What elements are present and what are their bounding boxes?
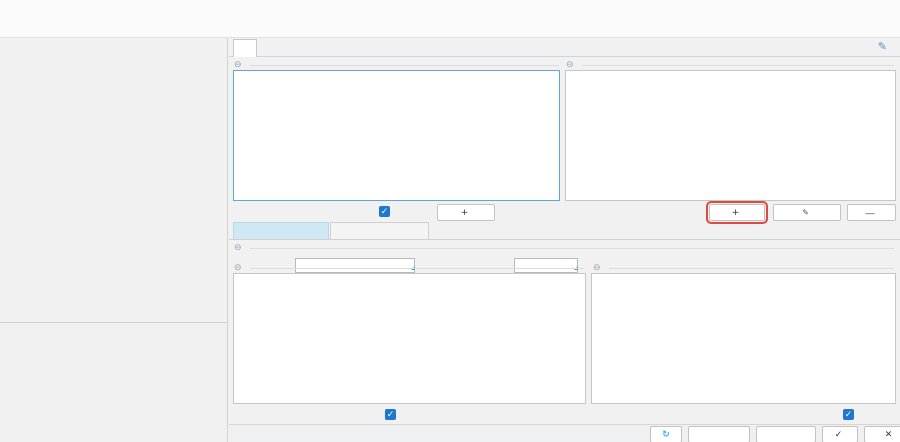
collapse-icon[interactable]: ⊖ [593,263,601,273]
plus-icon: + [732,208,740,218]
edit-pencil-icon[interactable]: ✎ [878,40,887,53]
edit-tank-button[interactable]: ✎ [773,204,841,221]
fuel-checkbox-row[interactable]: ✓ [843,409,858,420]
fuel-checkbox[interactable]: ✓ [843,409,854,420]
close-x-icon: ✕ [885,430,893,440]
pencil-icon: ✎ [802,208,809,217]
application-window: ✎ ⊖ ⊖ ✓ + + [0,0,900,442]
cancel-button[interactable] [756,426,816,442]
sku-groups-panel-header: ⊖ [234,263,584,273]
ok-button[interactable]: ✓ [822,426,858,442]
sku-panel-header: ⊖ [593,263,894,273]
collapse-icon[interactable]: ⊖ [234,263,242,273]
collapse-icon[interactable]: ⊖ [234,60,242,70]
tanks-table [565,70,896,201]
navigation-tree [0,38,228,322]
active-f6-checkbox-row[interactable]: ✓ [385,409,400,420]
close-button[interactable]: ✕ [864,426,900,442]
collapse-icon[interactable]: ⊖ [234,243,242,253]
delete-tank-button[interactable]: — [847,204,896,221]
message-log [0,322,228,442]
add-tank-button[interactable]: + [709,204,765,221]
groups-panel-header: ⊖ [234,60,559,70]
document-tab-bar: ✎ [229,38,900,57]
tank-groups-table [233,70,560,201]
save-button[interactable] [688,426,750,442]
sku-groups-table [233,273,586,404]
active-checkbox[interactable]: ✓ [379,206,390,217]
tab-rezervuary[interactable] [233,39,257,57]
main-toolbar [0,0,900,38]
tab-cells-by-warehouse[interactable] [233,222,329,240]
collapse-icon[interactable]: ⊖ [566,60,574,70]
active-f6-checkbox[interactable]: ✓ [385,409,396,420]
tab-cells-by-goods[interactable] [330,222,429,240]
refresh-button[interactable]: ↻ [650,426,682,442]
warehouse-panel-header: ⊖ [234,243,894,253]
check-icon: ✓ [835,430,843,440]
active-checkbox-row[interactable]: ✓ [379,206,394,217]
refresh-icon: ↻ [662,430,670,440]
minus-icon: — [866,208,875,218]
plus-icon: + [461,208,469,218]
add-group-button[interactable]: + [437,204,495,221]
main-content: ✎ ⊖ ⊖ ✓ + + [229,38,900,442]
tanks-panel-header: ⊖ [566,60,894,70]
sku-table [591,273,896,404]
